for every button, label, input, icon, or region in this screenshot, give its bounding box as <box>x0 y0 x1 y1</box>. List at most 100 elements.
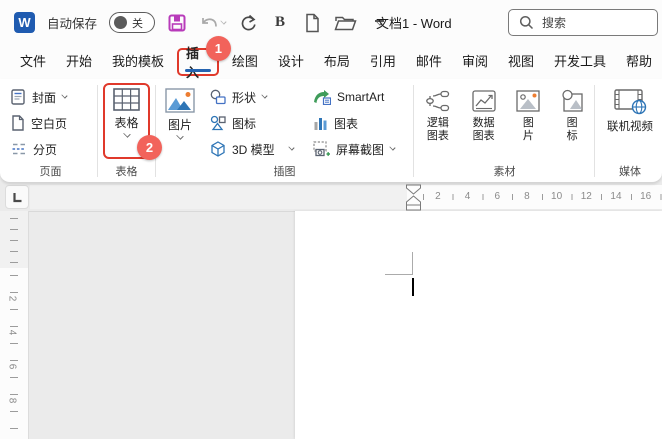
pictures-button[interactable]: 图片 <box>158 79 202 140</box>
shapes-button[interactable]: 形状 <box>205 84 305 110</box>
logic-chart-button[interactable]: 逻辑 图表 <box>417 79 459 143</box>
ribbon-tabs: 文件 开始 我的模板 插入 1 绘图 设计 布局 引用 邮件 审阅 视图 开发工… <box>0 36 662 80</box>
smartart-icon <box>314 89 331 105</box>
new-document-button[interactable] <box>302 10 322 36</box>
open-folder-icon <box>334 16 357 30</box>
group-assets: 逻辑 图表 数据 图表 图 片 图 标 素材 <box>417 79 592 182</box>
cover-page-button[interactable]: 封面 <box>6 84 95 110</box>
annotation-step-1-badge: 1 <box>205 36 231 61</box>
icons-button[interactable]: 图标 <box>205 110 305 136</box>
data-chart-button[interactable]: 数据 图表 <box>463 79 505 143</box>
tab-references[interactable]: 引用 <box>360 45 406 79</box>
pictures-label: 图片 <box>167 118 192 132</box>
chevron-down-icon <box>288 144 295 151</box>
margin-corner-mark <box>385 274 412 275</box>
margin-corner-mark <box>412 252 413 275</box>
ruler-number: 2 <box>6 295 18 302</box>
table-label: 表格 <box>114 116 139 130</box>
online-video-button[interactable]: 联机视频 <box>598 79 662 134</box>
search-icon <box>519 15 534 30</box>
blank-page-icon <box>12 115 24 131</box>
3d-models-button[interactable]: 3D 模型 <box>205 136 305 162</box>
ruler-number: 4 <box>6 329 18 336</box>
undo-chevron-icon[interactable] <box>220 17 227 25</box>
chevron-down-icon <box>261 92 268 99</box>
shapes-label: 形状 <box>232 90 257 105</box>
table-button[interactable]: 表格 <box>100 79 153 138</box>
redo-button[interactable] <box>238 10 258 36</box>
smartart-button[interactable]: SmartArt <box>308 84 411 110</box>
cover-page-label: 封面 <box>32 90 57 105</box>
ruler-number: 16 <box>640 191 652 202</box>
blank-page-button[interactable]: 空白页 <box>6 110 95 136</box>
ruler-ticks <box>10 218 18 268</box>
search-input[interactable]: 搜索 <box>508 9 658 36</box>
tab-stop-icon <box>12 192 21 202</box>
asset-picture-label-1: 图 <box>522 117 534 129</box>
tab-help[interactable]: 帮助 <box>616 45 662 79</box>
title-bar: W 自动保存 关 B 文档1 - Word 搜索 <box>0 0 662 45</box>
chevron-down-icon <box>122 130 131 138</box>
group-illustrations: 图片 形状 图标 3D 模型 SmartArt 图表 屏幕截图 插图 <box>158 79 411 182</box>
vertical-ruler[interactable]: 2 4 6 8 <box>0 211 29 439</box>
asset-picture-icon <box>516 90 541 112</box>
autosave-toggle[interactable]: 关 <box>109 12 156 33</box>
tab-home[interactable]: 开始 <box>56 45 102 79</box>
open-folder-button[interactable] <box>334 10 357 36</box>
page-break-button[interactable]: 分页 <box>6 136 95 162</box>
group-separator <box>97 85 98 177</box>
group-illustrations-label: 插图 <box>273 166 296 178</box>
ruler-numbers: 2 4 6 8 10 12 14 16 <box>423 185 661 209</box>
3d-model-icon <box>211 141 225 157</box>
asset-icon-label-1: 图 <box>566 117 578 129</box>
logic-chart-label-1: 逻辑 <box>426 117 449 129</box>
tab-view[interactable]: 视图 <box>498 45 544 79</box>
bold-label: B <box>275 14 286 30</box>
asset-icon-button[interactable]: 图 标 <box>552 79 592 143</box>
tab-design[interactable]: 设计 <box>268 45 314 79</box>
chevron-down-icon <box>176 132 184 140</box>
group-table-label: 表格 <box>115 166 138 178</box>
data-chart-label-2: 图表 <box>472 130 495 142</box>
word-logo-icon: W <box>14 12 35 33</box>
tab-insert[interactable]: 插入 1 <box>177 36 231 80</box>
group-separator <box>413 85 414 177</box>
group-page: 封面 空白页 分页 页面 <box>6 79 95 182</box>
page-break-icon <box>12 143 26 155</box>
tab-my-templates[interactable]: 我的模板 <box>102 45 174 79</box>
pictures-icon <box>165 88 195 113</box>
document-page[interactable] <box>295 211 662 439</box>
chart-button[interactable]: 图表 <box>308 110 411 136</box>
tab-review[interactable]: 审阅 <box>452 45 498 79</box>
page-break-label: 分页 <box>33 142 58 157</box>
screenshot-icon <box>313 141 330 157</box>
save-icon <box>168 14 186 31</box>
save-button[interactable] <box>167 10 187 36</box>
tab-mailings[interactable]: 邮件 <box>406 45 452 79</box>
ruler-number: 4 <box>464 191 471 202</box>
tab-developer[interactable]: 开发工具 <box>544 45 616 79</box>
bold-button[interactable]: B <box>270 10 290 36</box>
redo-icon <box>241 14 256 30</box>
autosave-label: 自动保存 <box>47 17 98 31</box>
annotation-step-2-badge: 2 <box>137 135 162 160</box>
indent-markers[interactable] <box>405 184 422 211</box>
asset-icon-label-2: 标 <box>566 130 578 142</box>
online-video-icon <box>614 89 647 115</box>
chevron-down-icon <box>61 92 68 99</box>
autosave-state: 关 <box>132 17 144 30</box>
new-document-icon <box>306 13 319 32</box>
group-media-label: 媒体 <box>619 166 641 178</box>
asset-picture-button[interactable]: 图 片 <box>509 79 549 143</box>
tab-layout[interactable]: 布局 <box>314 45 360 79</box>
asset-icon-icon <box>562 89 583 112</box>
screenshot-button[interactable]: 屏幕截图 <box>308 136 411 162</box>
smartart-label: SmartArt <box>337 90 385 104</box>
tab-stop-selector[interactable] <box>5 185 29 209</box>
tab-file[interactable]: 文件 <box>10 45 56 79</box>
undo-button[interactable] <box>199 10 227 36</box>
search-placeholder: 搜索 <box>542 16 567 30</box>
asset-picture-label-2: 片 <box>522 130 534 142</box>
group-separator <box>594 85 595 177</box>
horizontal-ruler[interactable]: 2 4 6 8 10 12 14 16 <box>30 184 662 211</box>
